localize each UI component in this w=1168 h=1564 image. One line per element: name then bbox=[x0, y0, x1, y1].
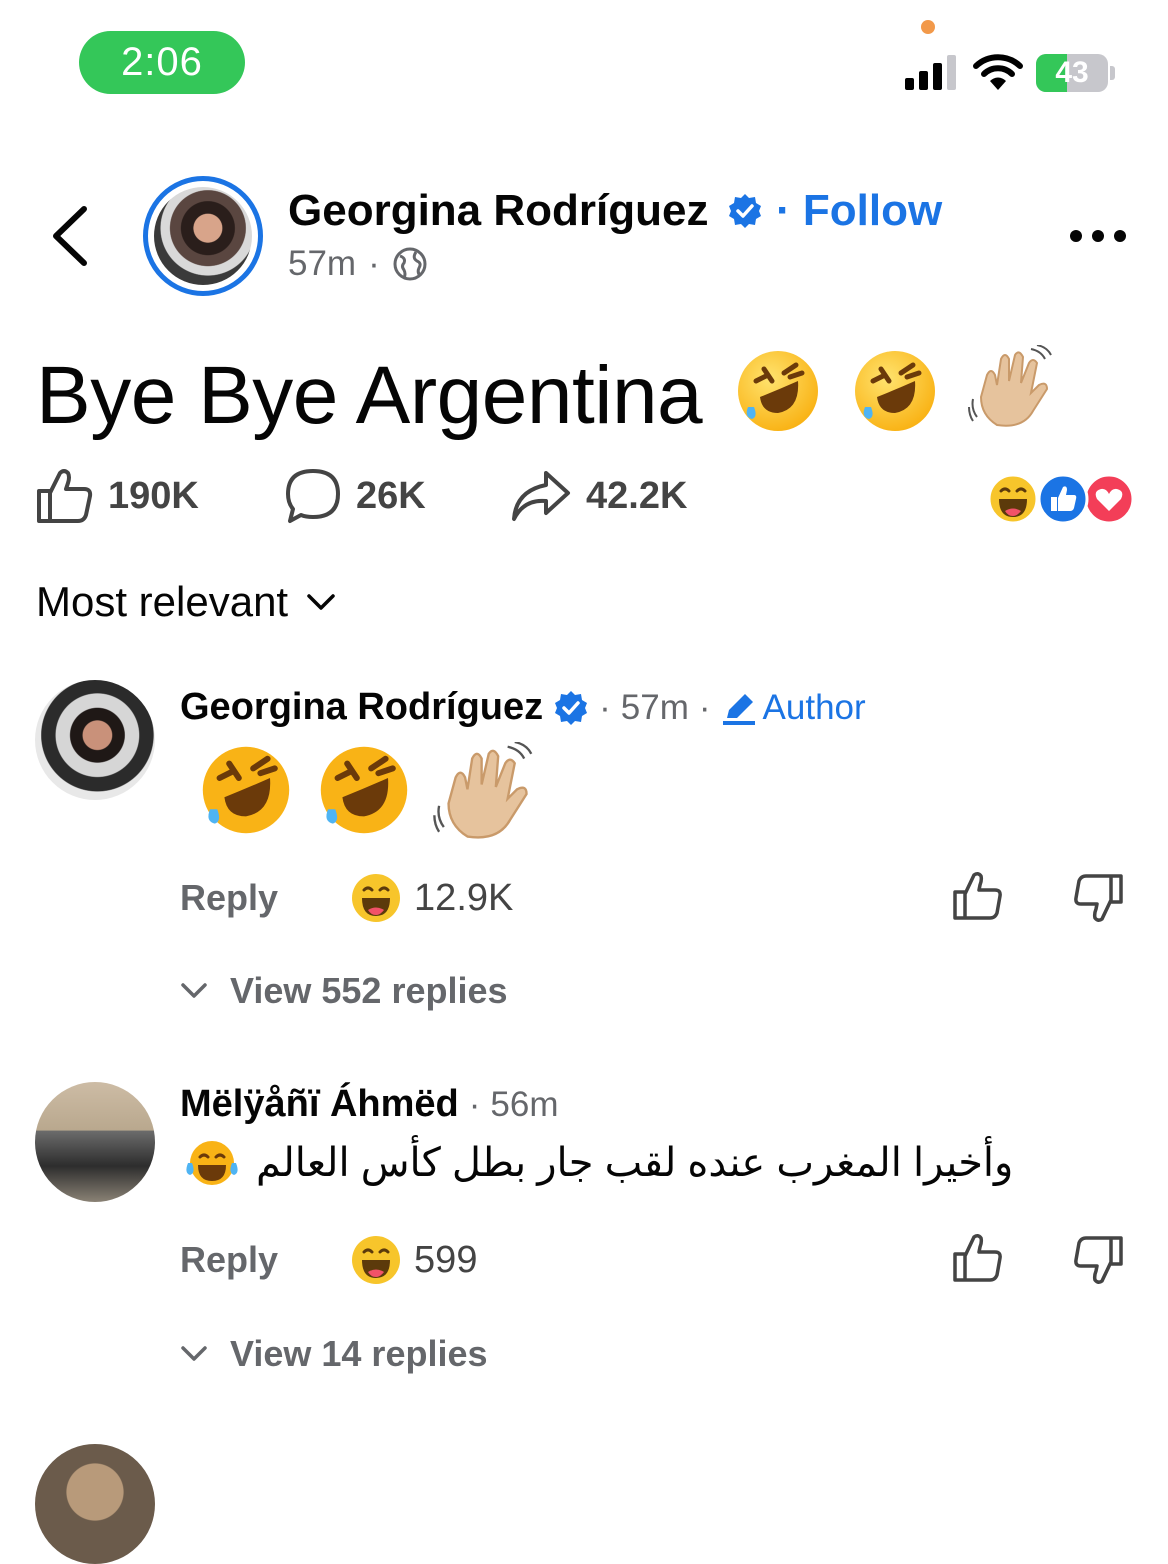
chevron-down-icon bbox=[181, 1346, 207, 1361]
haha-reaction-icon bbox=[352, 874, 401, 922]
poster-name-text[interactable]: Georgina Rodríguez bbox=[288, 186, 708, 235]
waving-hand-icon bbox=[433, 742, 533, 839]
rofl-emoji-icon bbox=[202, 746, 290, 834]
sort-label: Most relevant bbox=[36, 578, 289, 625]
sort-dropdown[interactable]: Most relevant bbox=[36, 578, 336, 626]
like-count: 190K bbox=[108, 474, 199, 517]
comment-count: 26K bbox=[356, 474, 426, 517]
poster-name[interactable]: Georgina Rodríguez bbox=[288, 186, 763, 236]
view-replies-label: View 14 replies bbox=[230, 1333, 488, 1374]
comment-button[interactable]: 26K bbox=[284, 468, 426, 524]
thumbs-down-icon[interactable] bbox=[1072, 872, 1124, 924]
view-replies-label: View 552 replies bbox=[230, 970, 508, 1011]
reply-button[interactable]: Reply bbox=[180, 877, 278, 919]
post-text: Bye Bye Argentina bbox=[36, 344, 1055, 443]
battery-percent: 43 bbox=[1055, 56, 1089, 89]
commenter-name[interactable]: Georgina Rodríguez bbox=[180, 686, 543, 729]
chevron-down-icon bbox=[307, 594, 335, 610]
commenter-name[interactable]: Mëlÿåñï Áhmëd bbox=[180, 1083, 459, 1126]
waving-hand-icon bbox=[968, 344, 1052, 427]
thumbs-down-icon[interactable] bbox=[1072, 1234, 1124, 1286]
more-options-icon[interactable] bbox=[1068, 226, 1128, 246]
commenter-avatar[interactable] bbox=[35, 1082, 155, 1202]
reaction-count: 599 bbox=[414, 1238, 478, 1281]
commenter-avatar[interactable] bbox=[35, 680, 155, 800]
privacy-indicator-dot bbox=[921, 20, 935, 34]
follow-label[interactable]: Follow bbox=[803, 186, 942, 235]
cellular-signal-icon bbox=[905, 55, 956, 90]
poster-avatar[interactable] bbox=[143, 176, 263, 296]
verified-badge-icon bbox=[555, 690, 588, 725]
status-time: 2:06 bbox=[79, 31, 245, 94]
love-reaction-icon bbox=[1083, 473, 1135, 525]
comment-text: وأخيرا المغرب عنده لقب جار بطل كأس العال… bbox=[256, 1141, 1014, 1185]
share-arrow-icon bbox=[512, 471, 570, 521]
comment-reaction[interactable]: 12.9K bbox=[350, 872, 513, 924]
haha-reaction-icon bbox=[987, 473, 1039, 525]
rofl-emoji-icon bbox=[320, 746, 408, 834]
post-time-text: 57m bbox=[288, 244, 357, 283]
share-button[interactable]: 42.2K bbox=[510, 468, 687, 524]
author-badge-label: Author bbox=[762, 687, 866, 727]
tears-of-joy-emoji-icon bbox=[186, 1141, 238, 1185]
like-thumb-icon bbox=[37, 469, 93, 523]
comment-emoji-body bbox=[196, 742, 536, 846]
thumbs-up-icon[interactable] bbox=[952, 1232, 1004, 1284]
wifi-icon bbox=[973, 54, 1023, 90]
author-badge: Author bbox=[721, 688, 866, 728]
commenter-avatar[interactable] bbox=[35, 1444, 155, 1564]
comment-actions: Reply 12.9K bbox=[180, 872, 513, 924]
thumbs-up-icon[interactable] bbox=[952, 870, 1004, 922]
globe-icon bbox=[393, 247, 427, 281]
comment-header: Mëlÿåñï Áhmëd · 56m bbox=[180, 1083, 559, 1126]
haha-reaction-icon bbox=[352, 1236, 401, 1284]
reaction-summary[interactable] bbox=[987, 473, 1135, 525]
share-count: 42.2K bbox=[586, 474, 688, 517]
post-text-body: Bye Bye Argentina bbox=[36, 350, 703, 441]
battery-icon: 43 bbox=[1036, 54, 1116, 92]
like-button[interactable]: 190K bbox=[36, 468, 199, 524]
pencil-icon bbox=[722, 693, 755, 725]
comment-bubble-icon bbox=[286, 469, 340, 523]
post-timestamp: 57m · bbox=[288, 244, 428, 284]
rofl-emoji-icon bbox=[854, 351, 935, 431]
chevron-down-icon bbox=[181, 983, 207, 998]
comment-header: Georgina Rodríguez · 57m · Author bbox=[180, 686, 866, 729]
comment-time: 56m bbox=[490, 1084, 559, 1124]
comment-actions: Reply 599 bbox=[180, 1234, 477, 1286]
comment-reaction[interactable]: 599 bbox=[350, 1234, 477, 1286]
follow-button[interactable]: · Follow bbox=[776, 186, 942, 236]
view-replies-button[interactable]: View 552 replies bbox=[180, 970, 508, 1012]
back-chevron-icon[interactable] bbox=[48, 203, 94, 269]
view-replies-button[interactable]: View 14 replies bbox=[180, 1333, 488, 1375]
reply-button[interactable]: Reply bbox=[180, 1239, 278, 1281]
like-reaction-icon bbox=[1037, 473, 1089, 525]
rofl-emoji-icon bbox=[738, 351, 819, 431]
comment-time: 57m bbox=[620, 687, 689, 727]
reaction-count: 12.9K bbox=[414, 876, 514, 919]
comment-text-row: وأخيرا المغرب عنده لقب جار بطل كأس العال… bbox=[184, 1137, 1013, 1189]
verified-badge-icon bbox=[728, 194, 761, 228]
